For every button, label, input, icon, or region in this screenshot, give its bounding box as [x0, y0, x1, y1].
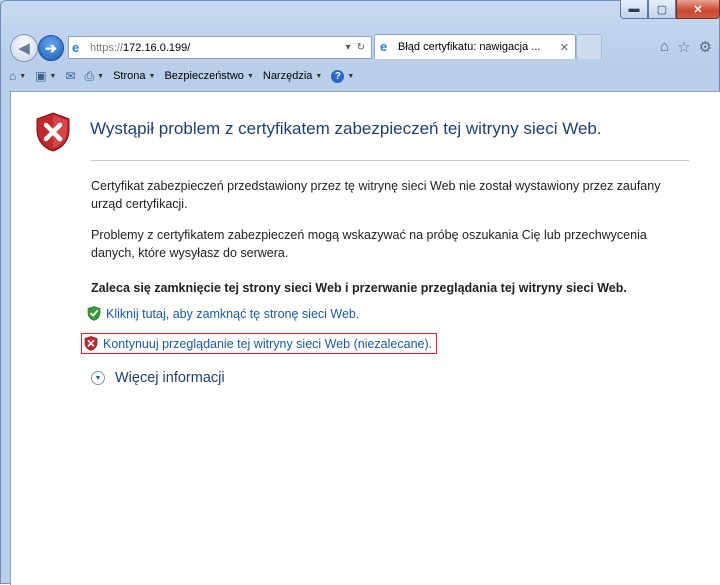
- recommendation-text: Zaleca się zamknięcie tej strony sieci W…: [91, 281, 627, 295]
- tools-menu-label: Narzędzia: [262, 70, 313, 82]
- tab-close-icon[interactable]: ✕: [560, 41, 569, 54]
- close-window-button[interactable]: ✕: [676, 0, 720, 19]
- mail-icon: ✉: [65, 69, 76, 83]
- continue-to-site-link[interactable]: Kontynuuj przeglądanie tej witryny sieci…: [81, 333, 438, 354]
- forward-button[interactable]: ➔: [38, 35, 64, 61]
- chevron-down-icon: ▼: [49, 72, 57, 80]
- page-title: Wystąpił problem z certyfikatem zabezpie…: [90, 119, 602, 138]
- caption-buttons: ▬ ▢ ✕: [620, 0, 720, 20]
- printer-icon: ⎙: [84, 68, 95, 83]
- chevron-down-icon: ▼: [148, 72, 156, 80]
- red-shield-icon: [84, 336, 98, 351]
- navigation-bar: ◀ ➔ e https:// 172.16.0.199/ ▾ ↻ e Błąd …: [6, 34, 714, 62]
- divider: [91, 160, 689, 161]
- back-button[interactable]: ◀: [10, 34, 38, 62]
- safety-menu[interactable]: Bezpieczeństwo ▼: [164, 70, 253, 82]
- help-icon: ?: [331, 69, 345, 83]
- green-shield-icon: [87, 306, 101, 321]
- maximize-button[interactable]: ▢: [648, 0, 676, 19]
- tools-gear-icon[interactable]: ⚙: [699, 38, 712, 56]
- mail-command[interactable]: ✉: [65, 69, 75, 83]
- more-information-label: Więcej informacji: [115, 370, 225, 386]
- feeds-command[interactable]: ▣ ▼: [35, 69, 56, 83]
- command-bar: ⌂ ▼ ▣ ▼ ✉ ⎙ ▼ Strona ▼ Bezpieczeństwo ▼ …: [0, 64, 720, 88]
- page-menu-label: Strona: [113, 70, 146, 82]
- cert-description: Certyfikat zabezpieczeń przedstawiony pr…: [91, 179, 661, 211]
- chevron-down-icon: ▼: [97, 72, 105, 80]
- url-host: 172.16.0.199/: [123, 41, 191, 54]
- close-page-link-label: Kliknij tutaj, aby zamknąć tę stronę sie…: [106, 306, 360, 321]
- address-tools: ▾ ↻: [346, 42, 365, 53]
- rss-feed-icon: ▣: [35, 69, 47, 83]
- more-information-toggle[interactable]: ▼ Więcej informacji: [91, 370, 225, 386]
- refresh-icon[interactable]: ↻: [357, 42, 365, 53]
- page-menu[interactable]: Strona ▼: [113, 70, 155, 82]
- chevron-down-icon: ▼: [246, 72, 254, 80]
- home-icon[interactable]: ⌂: [660, 38, 669, 56]
- warning-shield-icon: [36, 112, 70, 152]
- home-command-icon: ⌂: [9, 69, 17, 83]
- chevron-down-icon: ▼: [315, 72, 323, 80]
- tab-title: Błąd certyfikatu: nawigacja ...: [398, 41, 541, 53]
- tab-ie-icon: e: [380, 39, 388, 54]
- print-command[interactable]: ⎙ ▼: [85, 69, 105, 84]
- home-command[interactable]: ⌂ ▼: [9, 69, 26, 83]
- continue-link-label: Kontynuuj przeglądanie tej witryny sieci…: [103, 336, 433, 351]
- toolbar-right-icons: ⌂ ☆ ⚙: [660, 38, 712, 56]
- tools-menu[interactable]: Narzędzia ▼: [263, 70, 322, 82]
- safety-menu-label: Bezpieczeństwo: [164, 70, 244, 82]
- minimize-button[interactable]: ▬: [620, 0, 648, 19]
- tab-certificate-error[interactable]: e Błąd certyfikatu: nawigacja ... ✕: [374, 34, 576, 59]
- url-protocol: https://: [90, 41, 124, 54]
- ie-page-icon: e: [72, 39, 80, 55]
- favorites-icon[interactable]: ☆: [677, 38, 690, 56]
- chevron-down-icon: ▼: [347, 72, 355, 80]
- expand-chevron-icon: ▼: [91, 371, 105, 385]
- page-content: Wystąpił problem z certyfikatem zabezpie…: [10, 91, 720, 585]
- address-dropdown-icon[interactable]: ▾: [346, 42, 351, 53]
- chevron-down-icon: ▼: [19, 72, 27, 80]
- new-tab-button[interactable]: [576, 34, 602, 59]
- close-page-link[interactable]: Kliknij tutaj, aby zamknąć tę stronę sie…: [87, 306, 359, 321]
- help-menu[interactable]: ? ▼: [331, 69, 355, 83]
- browser-window: ▬ ▢ ✕ ◀ ➔ e https:// 172.16.0.199/ ▾ ↻ e…: [0, 0, 720, 585]
- risk-description: Problemy z certyfikatem zabezpieczeń mog…: [91, 228, 647, 260]
- address-bar[interactable]: e https:// 172.16.0.199/ ▾ ↻: [68, 36, 372, 59]
